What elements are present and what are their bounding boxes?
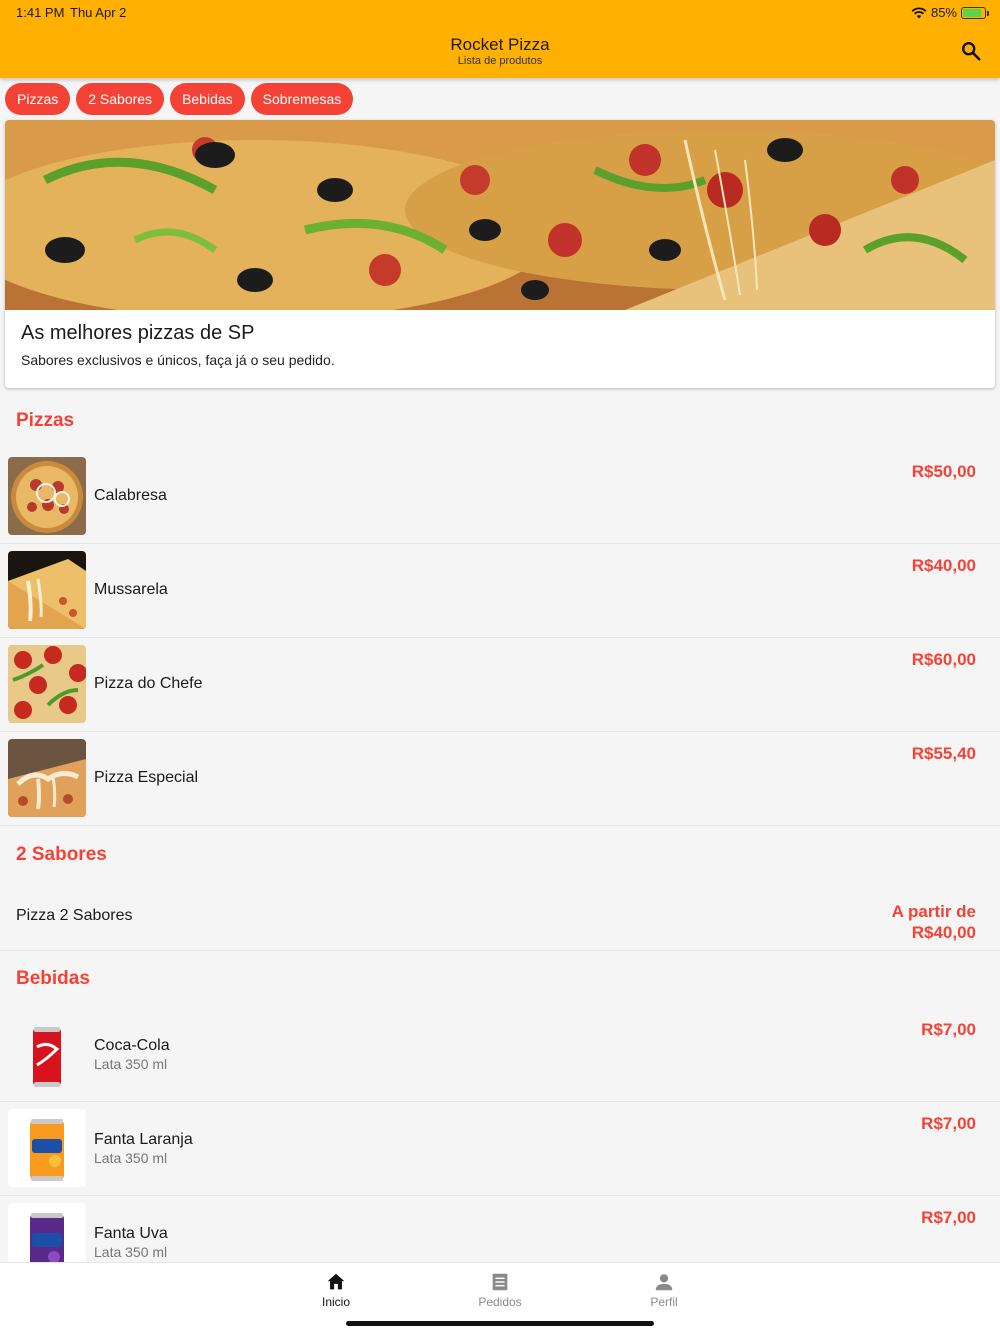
nav-item-inicio[interactable]: Inicio	[291, 1271, 381, 1309]
section-title-bebidas: Bebidas	[16, 968, 90, 989]
product-name: Fanta Laranja	[94, 1131, 193, 1148]
category-chips: Pizzas 2 Sabores Bebidas Sobremesas	[5, 83, 354, 115]
product-price: R$7,00	[921, 1114, 976, 1133]
chip-pizzas[interactable]: Pizzas	[5, 83, 71, 115]
app-subtitle: Lista de produtos	[457, 55, 543, 67]
product-row-fanta-laranja[interactable]: Fanta Laranja Lata 350 ml R$7,00	[0, 1102, 1000, 1196]
bottom-navigation: Inicio Pedidos Perfil	[0, 1262, 1000, 1334]
product-row-pizza-especial[interactable]: Pizza Especial R$55,40	[0, 732, 1000, 826]
product-price: R$50,00	[911, 462, 976, 481]
product-detail: Lata 350 ml	[94, 1150, 168, 1166]
nav-label-pedidos: Pedidos	[478, 1295, 522, 1309]
app-header: 1:41 PM Thu Apr 2 85% Rocket Pizza Lista…	[0, 0, 1000, 78]
chip-2-sabores[interactable]: 2 Sabores	[76, 83, 165, 115]
search-icon[interactable]	[960, 40, 982, 62]
battery-level	[963, 8, 981, 17]
product-name: Pizza Especial	[94, 769, 199, 786]
wifi-icon	[911, 6, 927, 18]
product-row-pizza-2-sabores[interactable]: Pizza 2 Sabores A partir de R$40,00	[0, 885, 1000, 951]
status-date: Thu Apr 2	[70, 5, 127, 20]
banner-subtitle: Sabores exclusivos e únicos, faça já o s…	[21, 352, 335, 368]
product-detail: Lata 350 ml	[94, 1056, 168, 1072]
product-name: Pizza do Chefe	[94, 675, 203, 692]
price-prefix: A partir de	[891, 902, 976, 921]
banner-pizza-image	[5, 120, 995, 310]
product-name: Fanta Uva	[94, 1225, 168, 1242]
nav-label-inicio: Inicio	[321, 1295, 350, 1309]
product-name: Coca-Cola	[94, 1037, 170, 1054]
chip-bebidas[interactable]: Bebidas	[170, 83, 245, 115]
home-icon	[327, 1273, 345, 1290]
battery-icon	[961, 6, 989, 19]
product-price: R$7,00	[921, 1208, 976, 1227]
list-icon	[492, 1273, 508, 1291]
product-name: Pizza 2 Sabores	[16, 907, 133, 924]
product-name: Calabresa	[94, 487, 167, 504]
chip-sobremesas[interactable]: Sobremesas	[250, 83, 354, 115]
battery-percent: 85%	[930, 5, 957, 20]
status-indicators: 85%	[911, 5, 989, 20]
section-title-pizzas: Pizzas	[16, 410, 75, 431]
product-row-coca-cola[interactable]: Coca-Cola Lata 350 ml R$7,00	[0, 1008, 1000, 1102]
product-image-mussarela	[8, 551, 86, 629]
price-value: R$40,00	[911, 923, 976, 942]
nav-item-perfil[interactable]: Perfil	[619, 1271, 709, 1309]
product-row-pizza-do-chefe[interactable]: Pizza do Chefe R$60,00	[0, 638, 1000, 732]
product-price: R$7,00	[921, 1020, 976, 1039]
nav-label-perfil: Perfil	[650, 1295, 678, 1309]
product-price: R$40,00	[911, 556, 976, 575]
app-title: Rocket Pizza	[450, 35, 550, 54]
product-price: R$55,40	[911, 744, 976, 763]
person-icon	[655, 1274, 673, 1291]
banner-title: As melhores pizzas de SP	[21, 322, 255, 344]
product-image-pizza-do-chefe	[8, 645, 86, 723]
product-image-calabresa	[8, 457, 86, 535]
product-price: R$60,00	[911, 650, 976, 669]
product-name: Mussarela	[94, 581, 168, 598]
product-detail: Lata 350 ml	[94, 1244, 168, 1260]
product-image-pizza-especial	[8, 739, 86, 817]
product-row-calabresa[interactable]: Calabresa R$50,00	[0, 450, 1000, 544]
home-indicator	[346, 1321, 654, 1326]
section-title-2-sabores: 2 Sabores	[16, 844, 107, 865]
product-row-mussarela[interactable]: Mussarela R$40,00	[0, 544, 1000, 638]
banner-card[interactable]: As melhores pizzas de SP Sabores exclusi…	[5, 120, 995, 388]
product-image-coca-cola	[8, 1015, 86, 1093]
nav-item-pedidos[interactable]: Pedidos	[455, 1271, 545, 1309]
product-image-fanta-laranja	[8, 1109, 86, 1187]
status-time: 1:41 PM	[16, 5, 65, 20]
product-price: A partir de R$40,00	[892, 901, 976, 943]
